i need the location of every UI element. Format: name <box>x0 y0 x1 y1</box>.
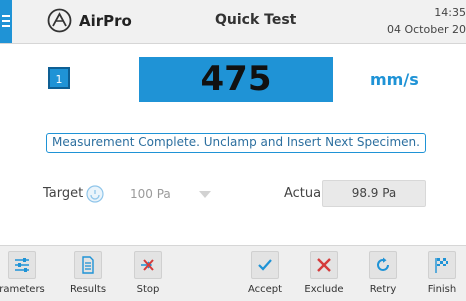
actual-pressure-value: 98.9 Pa <box>322 180 426 207</box>
accept-button[interactable]: Accept <box>235 249 295 299</box>
bottom-toolbar: rameters Results Stop Accept Exclude Ret… <box>0 245 466 301</box>
status-message: Measurement Complete. Unclamp and Insert… <box>46 133 426 153</box>
close-icon <box>310 251 338 279</box>
results-button[interactable]: Results <box>58 249 118 299</box>
sliders-icon <box>8 251 36 279</box>
menu-icon <box>2 15 10 30</box>
finish-button[interactable]: Finish <box>412 249 466 299</box>
exclude-label: Exclude <box>304 284 344 295</box>
accept-label: Accept <box>247 284 283 295</box>
menu-tab[interactable] <box>0 0 12 43</box>
results-label: Results <box>69 284 107 295</box>
page-title: Quick Test <box>215 12 297 28</box>
retry-label: Retry <box>369 284 397 295</box>
target-label: Target <box>43 186 84 201</box>
retry-button[interactable]: Retry <box>353 249 413 299</box>
stop-button[interactable]: Stop <box>118 249 178 299</box>
checkered-flag-icon <box>428 251 456 279</box>
gauge-icon <box>86 185 104 203</box>
stop-icon <box>134 251 162 279</box>
brand-name: AirPro <box>79 12 132 30</box>
target-pressure-select[interactable]: 100 Pa <box>130 187 171 201</box>
header-bar: AirPro Quick Test 14:35 04 October 20 <box>0 0 466 44</box>
clock-date: 04 October 20 <box>386 23 466 36</box>
checkmark-icon <box>251 251 279 279</box>
measurement-value: 475 <box>139 57 333 102</box>
retry-icon <box>369 251 397 279</box>
airpro-logo-icon <box>47 8 72 33</box>
finish-label: Finish <box>427 284 457 295</box>
exclude-button[interactable]: Exclude <box>294 249 354 299</box>
test-number-badge: 1 <box>48 67 70 89</box>
parameters-label: rameters <box>0 284 45 295</box>
parameters-button[interactable]: rameters <box>0 249 52 299</box>
stop-label: Stop <box>136 284 160 295</box>
document-icon <box>74 251 102 279</box>
actual-label: Actual <box>284 186 325 201</box>
chevron-down-icon[interactable] <box>199 191 211 198</box>
measurement-unit: mm/s <box>370 70 419 89</box>
clock-time: 14:35 <box>434 6 466 19</box>
